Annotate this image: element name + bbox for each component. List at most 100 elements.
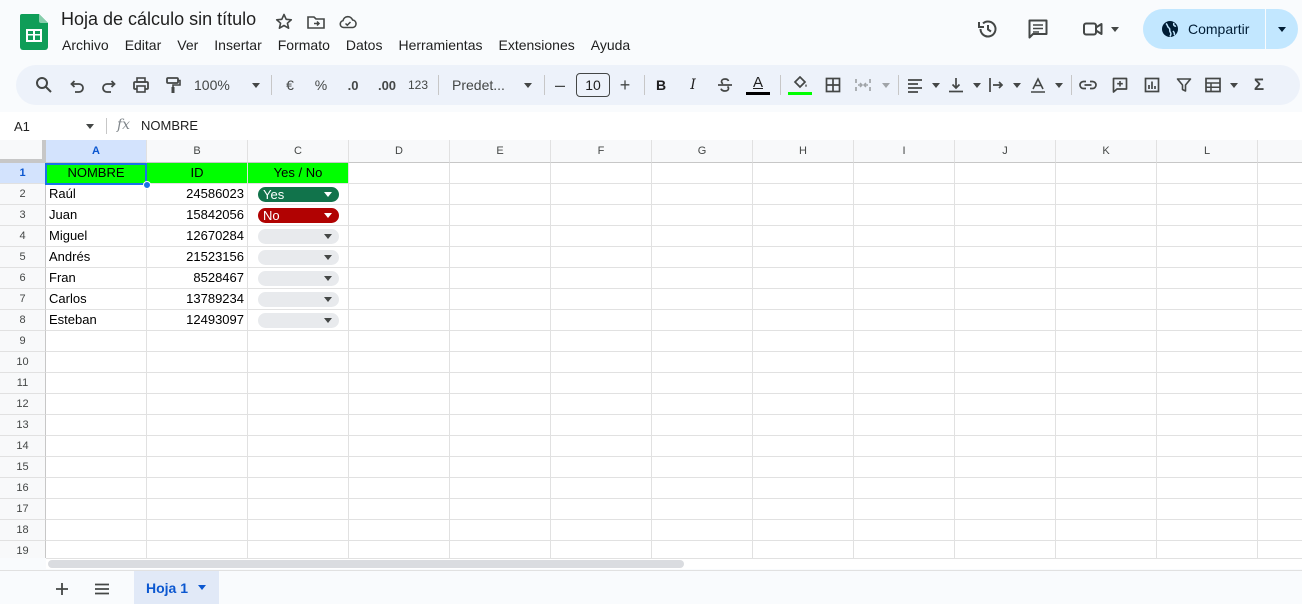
cell-d6[interactable] <box>349 268 450 289</box>
cell-b17[interactable] <box>147 499 248 520</box>
strikethrough-button[interactable] <box>713 73 737 97</box>
cell-f12[interactable] <box>551 394 652 415</box>
cell-m10[interactable] <box>1258 352 1302 373</box>
cell-l7[interactable] <box>1157 289 1258 310</box>
cell-h2[interactable] <box>753 184 854 205</box>
cell-e2[interactable] <box>450 184 551 205</box>
column-header-e[interactable]: E <box>450 140 551 163</box>
font-size-input[interactable]: 10 <box>576 73 610 97</box>
text-rotation-button[interactable] <box>1029 73 1063 97</box>
cell-b10[interactable] <box>147 352 248 373</box>
cell-l1[interactable] <box>1157 163 1258 184</box>
row-header-8[interactable]: 8 <box>0 310 46 331</box>
cell-g8[interactable] <box>652 310 753 331</box>
move-to-folder-icon[interactable] <box>306 12 326 32</box>
cell-e9[interactable] <box>450 331 551 352</box>
cell-c15[interactable] <box>248 457 349 478</box>
cell-h6[interactable] <box>753 268 854 289</box>
cell-e18[interactable] <box>450 520 551 541</box>
cell-i12[interactable] <box>854 394 955 415</box>
cell-b11[interactable] <box>147 373 248 394</box>
font-family-select[interactable]: Predet... <box>452 73 532 97</box>
cell-j19[interactable] <box>955 541 1056 558</box>
cell-a14[interactable] <box>46 436 147 457</box>
cell-m11[interactable] <box>1258 373 1302 394</box>
cell-i1[interactable] <box>854 163 955 184</box>
column-header-k[interactable]: K <box>1056 140 1157 163</box>
cell-d10[interactable] <box>349 352 450 373</box>
cell-c7[interactable] <box>248 289 349 310</box>
cell-g10[interactable] <box>652 352 753 373</box>
cell-m18[interactable] <box>1258 520 1302 541</box>
cell-k16[interactable] <box>1056 478 1157 499</box>
cell-i2[interactable] <box>854 184 955 205</box>
cell-i5[interactable] <box>854 247 955 268</box>
cell-a15[interactable] <box>46 457 147 478</box>
cell-j16[interactable] <box>955 478 1056 499</box>
cell-i8[interactable] <box>854 310 955 331</box>
cell-l17[interactable] <box>1157 499 1258 520</box>
cell-a17[interactable] <box>46 499 147 520</box>
cell-d13[interactable] <box>349 415 450 436</box>
cell-h5[interactable] <box>753 247 854 268</box>
cell-f11[interactable] <box>551 373 652 394</box>
cell-e15[interactable] <box>450 457 551 478</box>
insert-link-button[interactable] <box>1076 73 1100 97</box>
decrease-font-size-button[interactable]: – <box>551 73 569 97</box>
cell-a7[interactable]: Carlos <box>46 289 147 310</box>
cell-d3[interactable] <box>349 205 450 226</box>
cell-c17[interactable] <box>248 499 349 520</box>
cell-a8[interactable]: Esteban <box>46 310 147 331</box>
cell-f3[interactable] <box>551 205 652 226</box>
cell-d14[interactable] <box>349 436 450 457</box>
column-header-c[interactable]: C <box>248 140 349 163</box>
cell-j8[interactable] <box>955 310 1056 331</box>
cell-h3[interactable] <box>753 205 854 226</box>
cell-b4[interactable]: 12670284 <box>147 226 248 247</box>
cell-a16[interactable] <box>46 478 147 499</box>
cell-k8[interactable] <box>1056 310 1157 331</box>
italic-button[interactable]: I <box>681 73 705 97</box>
horizontal-align-button[interactable] <box>906 73 940 97</box>
dropdown-chip[interactable] <box>258 313 339 328</box>
cell-h11[interactable] <box>753 373 854 394</box>
dropdown-chip[interactable] <box>258 271 339 286</box>
cell-g6[interactable] <box>652 268 753 289</box>
chevron-down-icon[interactable] <box>86 124 94 129</box>
cell-h13[interactable] <box>753 415 854 436</box>
cell-l5[interactable] <box>1157 247 1258 268</box>
row-header-9[interactable]: 9 <box>0 331 46 352</box>
cell-h12[interactable] <box>753 394 854 415</box>
menu-datos[interactable]: Datos <box>338 36 391 56</box>
row-header-14[interactable]: 14 <box>0 436 46 457</box>
cell-g13[interactable] <box>652 415 753 436</box>
cell-h4[interactable] <box>753 226 854 247</box>
cell-c1[interactable]: Yes / No <box>248 163 349 184</box>
cell-j10[interactable] <box>955 352 1056 373</box>
cell-a1[interactable]: NOMBRE <box>46 163 147 184</box>
fill-handle[interactable] <box>143 181 151 189</box>
cell-d17[interactable] <box>349 499 450 520</box>
column-header-b[interactable]: B <box>147 140 248 163</box>
cell-d4[interactable] <box>349 226 450 247</box>
cell-b13[interactable] <box>147 415 248 436</box>
cell-c16[interactable] <box>248 478 349 499</box>
cell-k15[interactable] <box>1056 457 1157 478</box>
cell-f2[interactable] <box>551 184 652 205</box>
cell-k7[interactable] <box>1056 289 1157 310</box>
insert-comment-button[interactable] <box>1108 73 1132 97</box>
horizontal-scrollbar[interactable] <box>46 558 1302 569</box>
cell-j1[interactable] <box>955 163 1056 184</box>
undo-button[interactable] <box>65 73 89 97</box>
column-header-l[interactable]: L <box>1157 140 1258 163</box>
cell-h17[interactable] <box>753 499 854 520</box>
meet-button[interactable] <box>1076 13 1124 45</box>
cell-j17[interactable] <box>955 499 1056 520</box>
format-percent-button[interactable]: % <box>309 73 333 97</box>
menu-extensiones[interactable]: Extensiones <box>490 36 582 56</box>
cell-h15[interactable] <box>753 457 854 478</box>
borders-button[interactable] <box>821 73 845 97</box>
cell-m12[interactable] <box>1258 394 1302 415</box>
menu-herramientas[interactable]: Herramientas <box>390 36 490 56</box>
cell-c13[interactable] <box>248 415 349 436</box>
